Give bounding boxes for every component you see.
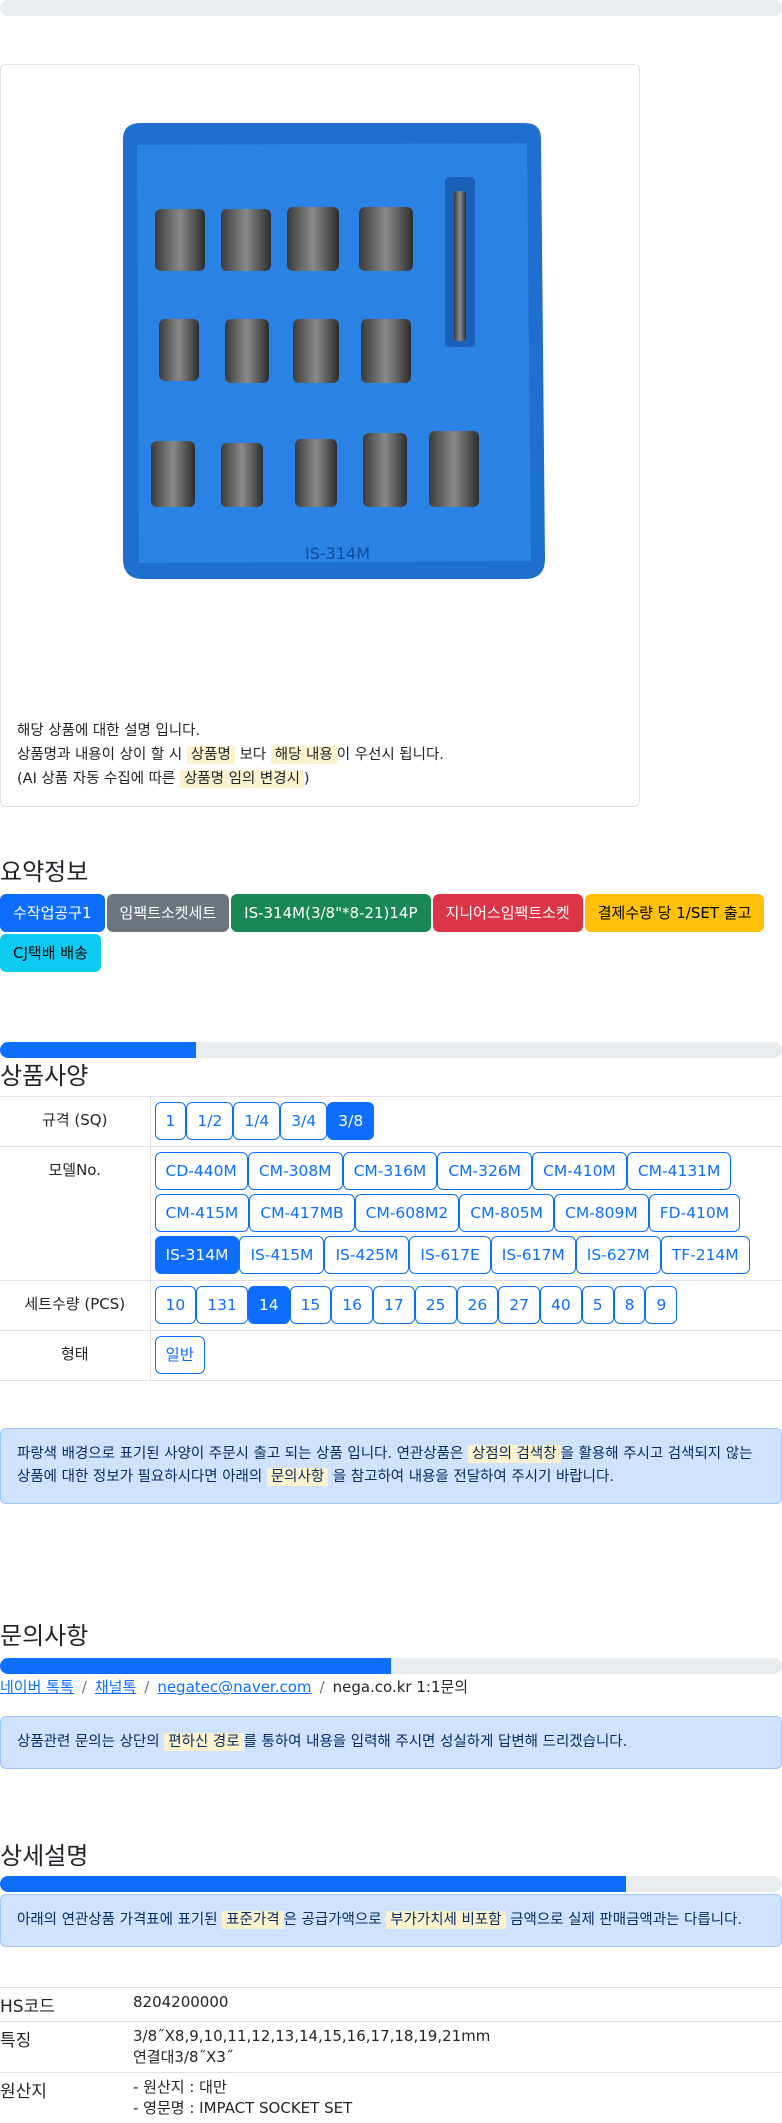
- badge-category: 수작업공구1: [0, 894, 105, 932]
- spec-option-button[interactable]: CM-326M: [437, 1152, 533, 1190]
- spec-option-button[interactable]: CM-809M: [554, 1194, 649, 1232]
- feature-row: 특징 3/8˝X8,9,10,11,12,13,14,15,16,17,18,1…: [0, 2021, 782, 2073]
- spec-row-form: 형태 일반: [0, 1330, 782, 1381]
- spec-option-button[interactable]: 일반: [154, 1336, 206, 1374]
- product-card: IS-314M 해당 상품에 대한 설명 입니다. 상품명과 내용이 상이 할 …: [0, 64, 640, 807]
- email-link[interactable]: negatec@naver.com: [157, 1678, 311, 1696]
- spec-option-button[interactable]: CM-415M: [154, 1194, 250, 1232]
- spec-option-button[interactable]: 3/8: [327, 1102, 375, 1140]
- badge-order-unit: 결제수량 당 1/SET 출고: [584, 894, 765, 932]
- feature-value: 3/8˝X8,9,10,11,12,13,14,15,16,17,18,19,2…: [133, 2021, 782, 2073]
- spec-option-button[interactable]: 25: [414, 1286, 457, 1324]
- spec-option-button[interactable]: 17: [373, 1286, 415, 1324]
- summary-title: 요약정보: [0, 858, 89, 886]
- spec-option-button[interactable]: 5: [581, 1286, 614, 1324]
- spec-option-button[interactable]: IS-617M: [490, 1236, 576, 1274]
- summary-badges: 수작업공구1 임팩트소켓세트 IS-314M(3/8"*8-21)14P 지니어…: [0, 894, 782, 972]
- spec-option-button[interactable]: IS-617E: [409, 1236, 491, 1274]
- detail-progress-bar: [0, 1876, 782, 1892]
- spec-notice: 파랑색 배경으로 표기된 사양이 주문시 출고 되는 상품 입니다. 연관상품은…: [0, 1428, 782, 1504]
- badge-product-type: 임팩트소켓세트: [106, 894, 230, 932]
- badge-brand: 지니어스임팩트소켓: [432, 894, 583, 932]
- spec-option-button[interactable]: 26: [456, 1286, 499, 1324]
- site-inquiry-text: nega.co.kr 1:1문의: [332, 1678, 469, 1696]
- product-description: 해당 상품에 대한 설명 입니다. 상품명과 내용이 상이 할 시 상품명 보다…: [17, 719, 444, 791]
- tray-label: IS-314M: [305, 544, 370, 563]
- spec-option-button[interactable]: IS-415M: [239, 1236, 325, 1274]
- hs-code-row: HS코드 8204200000: [0, 1987, 782, 2022]
- spec-option-button[interactable]: CM-308M: [247, 1152, 343, 1190]
- spec-option-button[interactable]: CM-608M2: [354, 1194, 460, 1232]
- spec-row-size: 규격 (SQ) 1 1/2 1/4 3/4 3/8: [0, 1096, 782, 1147]
- spec-option-button[interactable]: 8: [613, 1286, 646, 1324]
- inquiry-links: 네이버 톡톡 / 채널톡 / negatec@naver.com / nega.co.kr …: [0, 1678, 469, 1696]
- spec-option-button[interactable]: 15: [289, 1286, 332, 1324]
- spec-row-options: CD-440M CM-308M CM-316M CM-326M CM-410M CM-41…: [149, 1146, 782, 1281]
- spec-option-button[interactable]: IS-627M: [575, 1236, 661, 1274]
- inquiry-progress-bar: [0, 1658, 782, 1674]
- spec-row-label: 규격 (SQ): [0, 1096, 150, 1147]
- description-line-1: 해당 상품에 대한 설명 입니다.: [17, 723, 201, 739]
- spec-option-button[interactable]: CM-417MB: [249, 1194, 355, 1232]
- spec-row-options: 일반: [149, 1330, 782, 1381]
- naver-talk-link[interactable]: 네이버 톡톡: [0, 1678, 74, 1696]
- spec-option-button[interactable]: 1/2: [186, 1102, 234, 1140]
- spec-option-button[interactable]: FD-410M: [648, 1194, 741, 1232]
- inquiry-progress-fill: [0, 1658, 391, 1674]
- description-line-2: 상품명과 내용이 상이 할 시 상품명 보다 해당 내용 이 우선시 됩니다.: [17, 746, 444, 764]
- spec-progress-bar: [0, 1042, 782, 1058]
- spec-option-button[interactable]: 1: [154, 1102, 187, 1140]
- spec-row-set-qty: 세트수량 (PCS) 10 131 14 15 16 17 25 26 27 40 5 8 9: [0, 1280, 782, 1331]
- spec-option-button[interactable]: 3/4: [280, 1102, 328, 1140]
- detail-title: 상세설명: [0, 1842, 89, 1870]
- hs-code-label: HS코드: [0, 1987, 133, 2022]
- spec-row-label: 형태: [0, 1330, 150, 1381]
- spec-option-button[interactable]: 131: [196, 1286, 248, 1324]
- spec-option-button[interactable]: 16: [331, 1286, 374, 1324]
- product-info-table: HS코드 8204200000 특징 3/8˝X8,9,10,11,12,13,…: [0, 1987, 782, 2123]
- spec-option-button[interactable]: CM-316M: [342, 1152, 438, 1190]
- spec-option-button[interactable]: 9: [645, 1286, 678, 1324]
- spec-option-button[interactable]: 40: [539, 1286, 582, 1324]
- spec-option-button[interactable]: CD-440M: [154, 1152, 248, 1190]
- origin-label: 원산지: [0, 2072, 133, 2123]
- top-progress-bar: [0, 0, 782, 16]
- inquiry-notice: 상품관련 문의는 상단의 편하신 경로 를 통하여 내용을 입력해 주시면 성실하…: [0, 1716, 782, 1769]
- hs-code-value: 8204200000: [133, 1987, 782, 2022]
- badge-shipping: CJ택배 배송: [0, 934, 101, 972]
- badge-model: IS-314M(3/8"*8-21)14P: [231, 894, 431, 932]
- spec-row-label: 모델No.: [0, 1146, 150, 1281]
- spec-option-button[interactable]: 14: [247, 1286, 290, 1324]
- product-image: IS-314M: [123, 123, 545, 579]
- spec-option-button[interactable]: CM-410M: [532, 1152, 627, 1190]
- detail-notice: 아래의 연관상품 가격표에 표기된 표준가격 은 공급가액으로 부가가치세 비포함…: [0, 1894, 782, 1947]
- spec-option-button[interactable]: CM-4131M: [626, 1152, 732, 1190]
- spec-row-options: 10 131 14 15 16 17 25 26 27 40 5 8 9: [149, 1280, 782, 1331]
- feature-label: 특징: [0, 2021, 133, 2073]
- spec-option-button[interactable]: IS-314M: [154, 1236, 240, 1274]
- spec-row-options: 1 1/2 1/4 3/4 3/8: [149, 1096, 782, 1147]
- origin-row: 원산지 - 원산지 : 대만 - 영문명 : IMPACT SOCKET SET: [0, 2072, 782, 2123]
- inquiry-title: 문의사항: [0, 1622, 89, 1650]
- spec-table: 규격 (SQ) 1 1/2 1/4 3/4 3/8 모델No. CD-440M CM-308M C…: [0, 1096, 782, 1381]
- description-line-3: (AI 상품 자동 수집에 따른 상품명 임의 변경시): [17, 770, 310, 788]
- spec-title: 상품사양: [0, 1062, 89, 1090]
- spec-option-button[interactable]: 27: [498, 1286, 540, 1324]
- origin-value: - 원산지 : 대만 - 영문명 : IMPACT SOCKET SET: [133, 2072, 782, 2123]
- spec-row-label: 세트수량 (PCS): [0, 1280, 150, 1331]
- channel-talk-link[interactable]: 채널톡: [95, 1678, 136, 1696]
- spec-row-model: 모델No. CD-440M CM-308M CM-316M CM-326M CM-410M…: [0, 1146, 782, 1281]
- spec-option-button[interactable]: TF-214M: [660, 1236, 750, 1274]
- detail-progress-fill: [0, 1876, 626, 1892]
- spec-option-button[interactable]: CM-805M: [459, 1194, 554, 1232]
- spec-option-button[interactable]: IS-425M: [324, 1236, 410, 1274]
- spec-option-button[interactable]: 1/4: [233, 1102, 281, 1140]
- spec-option-button[interactable]: 10: [154, 1286, 197, 1324]
